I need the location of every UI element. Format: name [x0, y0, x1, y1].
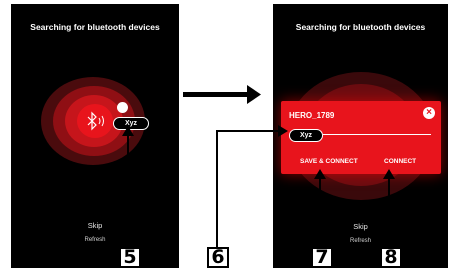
- transition-arrow-head-icon: [247, 85, 261, 104]
- connect-button[interactable]: CONNECT: [384, 158, 416, 165]
- screen-title: Searching for bluetooth devices: [30, 22, 160, 32]
- callout-arrowhead-7-icon: [314, 169, 326, 179]
- skip-link[interactable]: Skip: [273, 222, 448, 231]
- callout-badge-6: 6: [207, 247, 229, 268]
- callout-line-7: [319, 176, 321, 247]
- close-icon[interactable]: ×: [423, 107, 435, 119]
- skip-link[interactable]: Skip: [11, 221, 179, 230]
- callout-line-8: [388, 176, 390, 247]
- refresh-link[interactable]: Refresh: [273, 238, 448, 244]
- input-underline: [323, 134, 431, 135]
- screen-title: Searching for bluetooth devices: [295, 22, 426, 32]
- callout-arrowhead-6-icon: [278, 125, 288, 137]
- callout-line-6-h: [216, 130, 286, 132]
- callout-line-6-v: [216, 130, 218, 247]
- callout-badge-5: 5: [119, 247, 141, 268]
- device-dot-icon[interactable]: [117, 102, 128, 113]
- connect-dialog: HERO_1789 × Xyz SAVE & CONNECT CONNECT: [281, 101, 441, 174]
- bluetooth-icon: [87, 111, 104, 131]
- callout-badge-7: 7: [311, 247, 333, 268]
- device-name-input[interactable]: Xyz: [289, 129, 323, 142]
- refresh-link[interactable]: Refresh: [11, 237, 179, 243]
- callout-line-5: [127, 133, 129, 247]
- right-phone-screen: Searching for bluetooth devices HERO_178…: [273, 4, 448, 268]
- left-phone-screen: Searching for bluetooth devices Xyz Skip…: [11, 4, 179, 268]
- transition-arrow-shaft: [183, 92, 249, 97]
- callout-arrowhead-8-icon: [383, 169, 395, 179]
- callout-arrowhead-5-icon: [122, 126, 134, 136]
- callout-badge-8: 8: [380, 247, 402, 268]
- save-and-connect-button[interactable]: SAVE & CONNECT: [300, 158, 358, 165]
- dialog-title: HERO_1789: [289, 111, 335, 120]
